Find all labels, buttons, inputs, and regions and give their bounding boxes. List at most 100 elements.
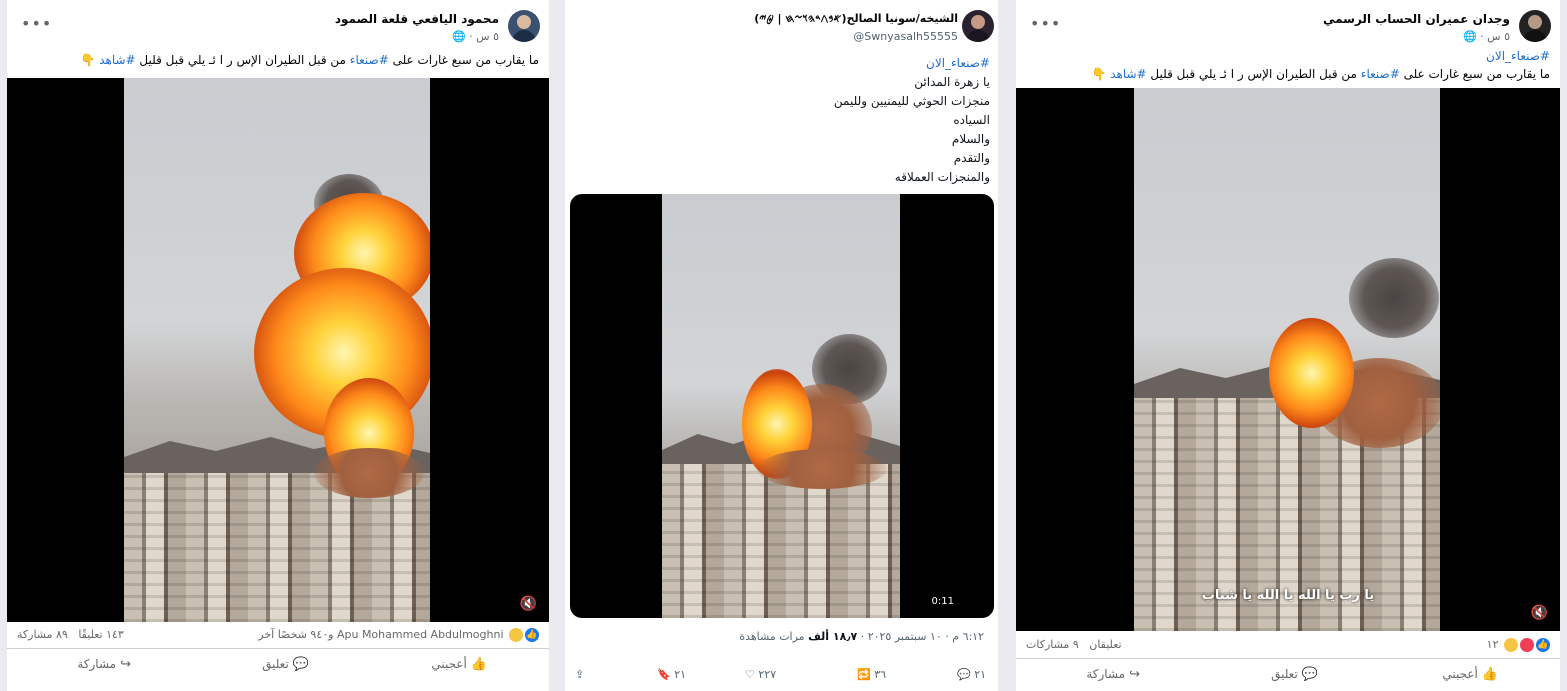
- video-player[interactable]: 🔇: [7, 78, 549, 622]
- thumbs-up-icon: 👍: [470, 657, 487, 672]
- like-reaction-icon: 👍: [1536, 638, 1550, 652]
- share-label: مشاركة: [1086, 667, 1126, 681]
- upload-share-icon: ⇪: [575, 668, 585, 681]
- video-frame: [662, 194, 900, 618]
- share-arrow-icon: ↪: [120, 657, 131, 672]
- likes-count: ٢٢٧: [758, 668, 777, 681]
- video-subtitle: يا رب يا الله يا الله يا شباب: [1201, 588, 1375, 603]
- video-frame: [1134, 88, 1440, 631]
- author-name[interactable]: محمود اليافعي قلعة الصمود: [335, 12, 499, 26]
- author-name[interactable]: وجدان عميران الحساب الرسمي: [1323, 12, 1510, 26]
- hashtag-sanaa[interactable]: #صنعاء: [1361, 67, 1400, 81]
- post-time[interactable]: ٥ س · 🌐: [452, 30, 499, 43]
- tweet-line: يا زهرة المدائن: [914, 75, 990, 89]
- more-options-icon[interactable]: •••: [21, 14, 52, 33]
- shares-count[interactable]: ٨٩ مشاركة: [17, 628, 68, 641]
- tweet-line: منجزات الحوثي لليمنيين ولليمن: [833, 94, 990, 108]
- replies-count: ٢١: [974, 668, 987, 681]
- post-stats: 👍 ١٢ تعليقان ٩ مشاركات: [1016, 634, 1560, 658]
- tweet-timestamp[interactable]: ٦:١٢ م · ١٠ سبتمبر ٢٠٢٥ ·: [857, 630, 984, 643]
- shares-count[interactable]: ٩ مشاركات: [1026, 638, 1079, 651]
- reactions-summary[interactable]: 👍 ١٢: [1487, 638, 1550, 652]
- facebook-post-right: وجدان عميران الحساب الرسمي ٥ س · 🌐 ••• #…: [1016, 0, 1560, 691]
- tweet-line: السياده: [953, 113, 990, 127]
- avatar[interactable]: [508, 10, 540, 42]
- caption-text: ما يقارب من سبع غارات على: [388, 53, 539, 67]
- like-button[interactable]: 👍أعجبني: [1442, 667, 1498, 682]
- bookmarks-count: ٢١: [674, 668, 687, 681]
- like-button[interactable]: 👍أعجبني: [431, 657, 487, 672]
- share-button[interactable]: ↪مشاركة: [1086, 667, 1140, 682]
- retweet-button[interactable]: 🔁 ٣٦: [857, 668, 886, 681]
- reactions-count: ١٢: [1486, 638, 1499, 651]
- video-player[interactable]: يا رب يا الله يا الله يا شباب 🔇: [1016, 88, 1560, 631]
- post-caption: ما يقارب من سبع غارات على #صنعاء من قبل …: [7, 51, 549, 69]
- bookmark-icon: 🔖: [657, 668, 671, 681]
- views-label: مرات مشاهدة: [739, 630, 809, 643]
- comment-share-counts: تعليقان ٩ مشاركات: [1026, 638, 1122, 651]
- hashtag-sanaa-now[interactable]: #صنعاء_الان: [834, 54, 990, 73]
- muted-speaker-icon[interactable]: 🔇: [1531, 605, 1548, 621]
- action-bar: 👍أعجبني 💬تعليق ↪مشاركة: [7, 648, 549, 683]
- comment-button[interactable]: 💬تعليق: [262, 657, 309, 672]
- hashtag-watch[interactable]: #شاهد: [99, 53, 135, 67]
- post-time-label: ٥ س: [476, 30, 499, 43]
- comment-bubble-icon: 💬: [292, 657, 309, 672]
- tweet-line: والمنجزات العملاقه: [894, 170, 990, 184]
- post-header: وجدان عميران الحساب الرسمي ٥ س · 🌐 •••: [1016, 0, 1560, 50]
- avatar[interactable]: [1519, 10, 1551, 42]
- x-post-middle: الشيخه/سونيا الصالح(𐤀𐤁𐤂𐤃𐤄𐤅𐤆𐤇 | 𐤈𐤉) @Swny…: [565, 0, 998, 691]
- more-options-icon[interactable]: •••: [1030, 14, 1061, 33]
- post-caption: #صنعاء_الان ما يقارب من سبع غارات على #ص…: [1016, 47, 1560, 83]
- share-button[interactable]: ↪مشاركة: [77, 657, 131, 672]
- post-header: محمود اليافعي قلعة الصمود ٥ س · 🌐 •••: [7, 0, 549, 50]
- sad-reaction-icon: [509, 628, 523, 642]
- video-player[interactable]: 0:11: [570, 194, 994, 618]
- comments-count[interactable]: ١٤٣ تعليقًا: [78, 628, 123, 641]
- like-button[interactable]: ♡ ٢٢٧: [745, 668, 776, 681]
- post-time-label: ٥ س: [1487, 30, 1510, 43]
- facebook-post-left: محمود اليافعي قلعة الصمود ٥ س · 🌐 ••• ما…: [7, 0, 549, 691]
- tweet-line: والسلام: [951, 132, 990, 146]
- caption-text: ما يقارب من سبع غارات على: [1399, 67, 1550, 81]
- like-label: أعجبني: [1442, 667, 1478, 681]
- author-handle[interactable]: @Swnyasalh55555: [853, 30, 958, 43]
- comments-count[interactable]: تعليقان: [1089, 638, 1121, 651]
- reactions-text: Apu Mohammed Abdulmoghni و٩٤٠ شخصًا آخر: [258, 628, 504, 641]
- retweet-icon: 🔁: [857, 668, 871, 681]
- tweet-line: والتقدم: [953, 151, 990, 165]
- avatar[interactable]: [962, 10, 994, 42]
- reply-icon: 💬: [957, 668, 971, 681]
- bookmark-button[interactable]: 🔖 ٢١: [657, 668, 686, 681]
- tweet-meta: ٦:١٢ م · ١٠ سبتمبر ٢٠٢٥ · ١٨٫٧ ألف مرات …: [739, 630, 984, 643]
- share-arrow-icon: ↪: [1129, 667, 1140, 682]
- like-reaction-icon: 👍: [525, 628, 539, 642]
- author-name[interactable]: الشيخه/سونيا الصالح(𐤀𐤁𐤂𐤃𐤄𐤅𐤆𐤇 | 𐤈𐤉): [754, 12, 958, 26]
- comment-bubble-icon: 💬: [1301, 667, 1318, 682]
- globe-icon: 🌐: [451, 30, 466, 43]
- video-duration: 0:11: [927, 595, 958, 608]
- video-frame: [124, 78, 430, 622]
- sad-reaction-icon: [1504, 638, 1518, 652]
- views-count: ١٨٫٧ ألف: [808, 630, 858, 643]
- caption-text: من قبل الطيران الإس ر ا ئـ يلي قبل قليل: [1146, 67, 1361, 81]
- post-time[interactable]: ٥ س · 🌐: [1463, 30, 1510, 43]
- reactions-summary[interactable]: 👍 Apu Mohammed Abdulmoghni و٩٤٠ شخصًا آخ…: [258, 628, 539, 642]
- hashtag-watch[interactable]: #شاهد: [1110, 67, 1146, 81]
- share-button[interactable]: ⇪: [575, 668, 584, 681]
- reply-button[interactable]: 💬 ٢١: [957, 668, 986, 681]
- hashtag-sanaa[interactable]: #صنعاء: [350, 53, 389, 67]
- share-label: مشاركة: [77, 657, 117, 671]
- comment-label: تعليق: [262, 657, 289, 671]
- comment-share-counts: ١٤٣ تعليقًا ٨٩ مشاركة: [17, 628, 124, 641]
- post-header: الشيخه/سونيا الصالح(𐤀𐤁𐤂𐤃𐤄𐤅𐤆𐤇 | 𐤈𐤉) @Swny…: [565, 0, 998, 50]
- tweet-text: #صنعاء_الان يا زهرة المدائن منجزات الحوث…: [834, 54, 990, 187]
- like-label: أعجبني: [431, 657, 467, 671]
- pointing-down-emoji: 👇: [80, 53, 100, 67]
- post-stats: 👍 Apu Mohammed Abdulmoghni و٩٤٠ شخصًا آخ…: [7, 624, 549, 648]
- comment-button[interactable]: 💬تعليق: [1271, 667, 1318, 682]
- heart-icon: ♡: [745, 668, 755, 681]
- thumbs-up-icon: 👍: [1481, 667, 1498, 682]
- muted-speaker-icon[interactable]: 🔇: [520, 596, 537, 612]
- comment-label: تعليق: [1271, 667, 1298, 681]
